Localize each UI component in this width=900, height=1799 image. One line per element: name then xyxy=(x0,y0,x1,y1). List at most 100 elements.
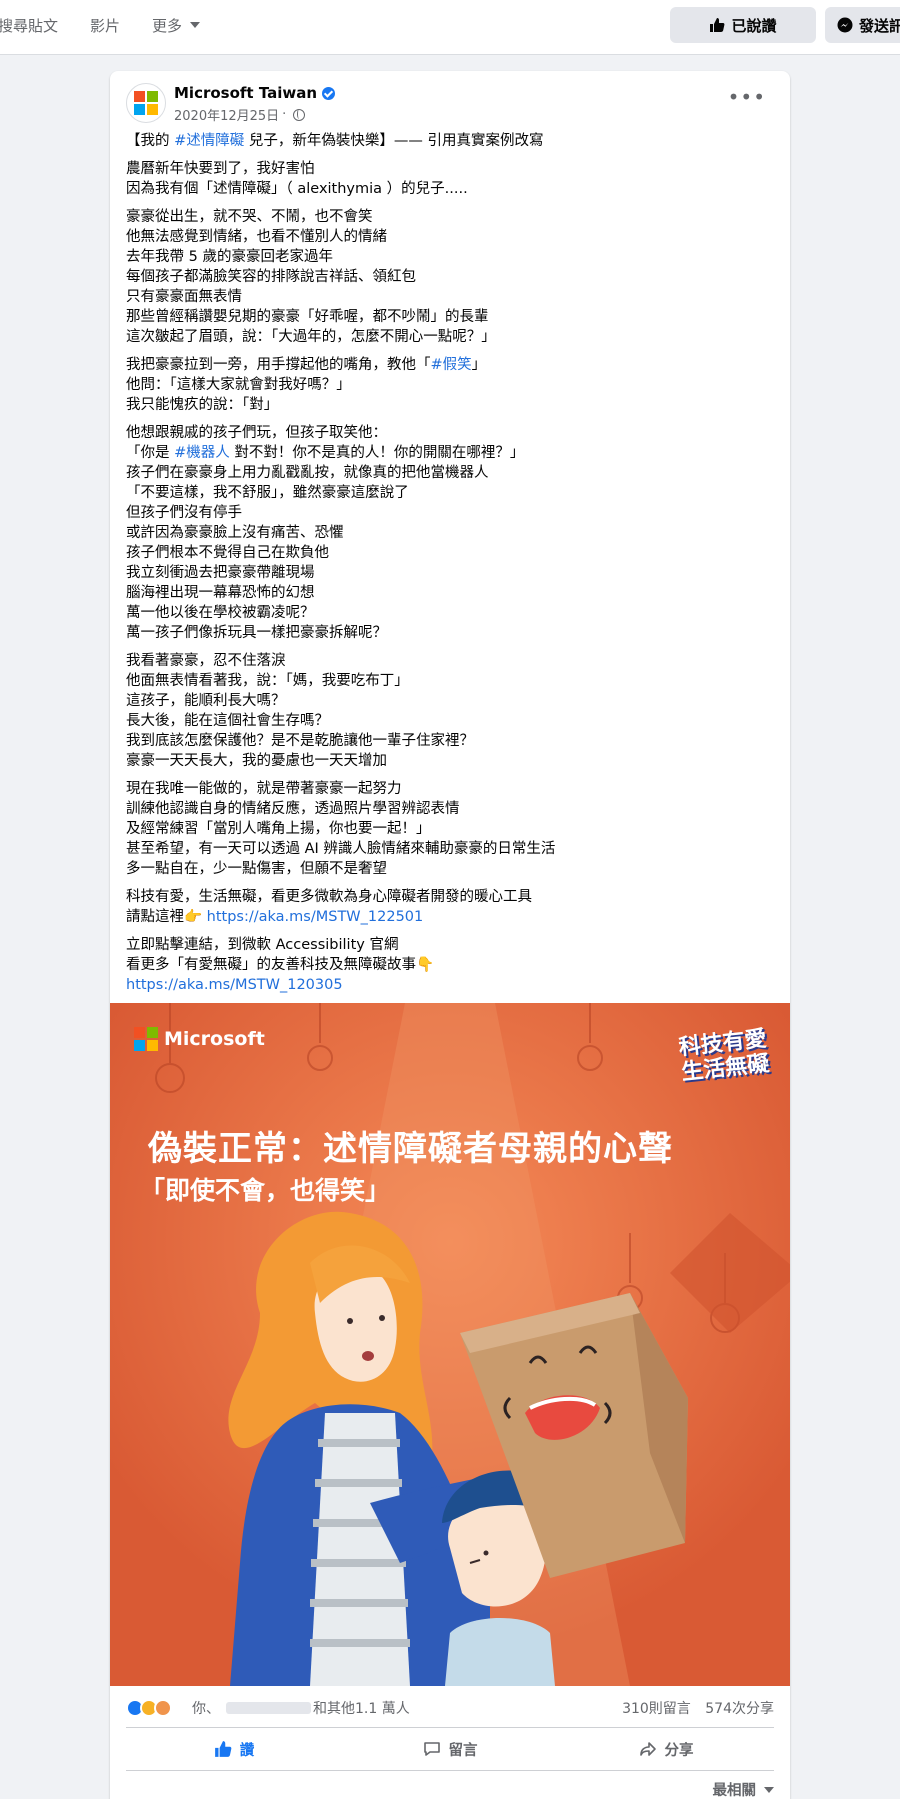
post-line: 豪豪一天天長大，我的憂慮也一天天增加 xyxy=(126,753,387,769)
inline-link[interactable]: https://aka.ms/MSTW_122501 xyxy=(207,909,424,925)
comment-count[interactable]: 310則留言 xyxy=(622,1701,691,1717)
post-text-segment: 兒子，新年偽裝快樂】—— 引用真實案例改寫 xyxy=(244,133,544,149)
post-line: 這孩子，能順利長大嗎？ xyxy=(126,693,286,709)
reactors-you: 你、 xyxy=(192,1701,220,1717)
post-card: Microsoft Taiwan 2020年12月25日 · ••• 【我的 #… xyxy=(110,71,790,1799)
post-line: 但孩子們沒有停手 xyxy=(126,505,242,521)
post-line: 因為我有個「述情障礙」（ alexithymia ）的兒子..... xyxy=(126,181,468,197)
thumbs-up-icon xyxy=(709,17,725,33)
globe-icon xyxy=(293,108,306,121)
post-line: 科技有愛，生活無礙，看更多微軟為身心障礙者開發的暖心工具 xyxy=(126,889,532,905)
post-line: 他無法感覺到情緒，也看不懂別人的情緒 xyxy=(126,229,387,245)
post-line: 看更多「有愛無礙」的友善科技及無障礙故事👇 xyxy=(126,957,435,973)
post-paragraph: 我看著豪豪，忍不住落淚他面無表情看著我，說：「媽，我要吃布丁」 這孩子，能順利長大… xyxy=(126,651,774,771)
tab-label: 更多 xyxy=(152,16,183,35)
reaction-icons[interactable] xyxy=(126,1699,172,1717)
more-options-icon[interactable]: ••• xyxy=(728,87,766,107)
image-brand-text: Microsoft xyxy=(164,1028,265,1050)
reaction-summary: 你、 和其他1.1 萬人 310則留言 574次分享 xyxy=(126,1696,774,1720)
tab-videos[interactable]: 影片 xyxy=(90,15,120,36)
post-line: 「不要這樣，我不舒服」，雖然豪豪這麼說了 xyxy=(126,485,409,501)
engagement-counts: 310則留言 574次分享 xyxy=(612,1698,774,1718)
share-button[interactable]: 分享 xyxy=(558,1728,774,1770)
post-text: 【我的 #述情障礙 兒子，新年偽裝快樂】—— 引用真實案例改寫農曆新年快要到了，… xyxy=(126,131,774,1003)
post-paragraph: 【我的 #述情障礙 兒子，新年偽裝快樂】—— 引用真實案例改寫 xyxy=(126,131,774,151)
top-bar: 搜尋貼文 影片 更多 已說讚 發送訊息 xyxy=(0,0,900,55)
post-image[interactable]: Microsoft 科技有愛 生活無礙 偽裝正常：述情障礙者母親的心聲 「即使不… xyxy=(110,1003,790,1686)
send-message-button[interactable]: 發送訊息 xyxy=(825,7,900,43)
post-paragraph: 豪豪從出生，就不哭、不鬧，也不會笑 他無法感覺到情緒，也看不懂別人的情緒 去年我帶 … xyxy=(126,207,774,347)
like-button[interactable]: 讚 xyxy=(126,1728,342,1770)
post-actions: 讚 留言 分享 xyxy=(126,1727,774,1771)
tab-label: 影片 xyxy=(90,16,121,35)
image-subtitle: 「即使不會，也得笑」 xyxy=(140,1176,391,1205)
caret-down-icon xyxy=(190,22,201,28)
post-paragraph: 我把豪豪拉到一旁，用手撐起他的嘴角，教他「#假笑」 他問：「這樣大家就會對我好嗎？… xyxy=(126,355,774,415)
comment-icon xyxy=(423,1742,440,1756)
inline-link[interactable]: #假笑 xyxy=(431,357,472,373)
microsoft-logo-icon xyxy=(134,1027,158,1051)
microsoft-logo-icon xyxy=(134,91,158,115)
post-line: 孩子們在豪豪身上用力亂戳亂按，就像真的把他當機器人 xyxy=(126,465,489,481)
post-line: 我把豪豪拉到一旁，用手撐起他的嘴角，教他「#假笑」 xyxy=(126,357,487,373)
post-line: 每個孩子都滿臉笑容的排隊說吉祥話、領紅包 xyxy=(126,269,416,285)
post-line: 這次皺起了眉頭，說：「大過年的，怎麼不開心一點呢？」 xyxy=(126,329,496,345)
post-line: 他面無表情看著我，說：「媽，我要吃布丁」 xyxy=(126,673,409,689)
post-line: 萬一孩子們像拆玩具一樣把豪豪拆解呢？ xyxy=(126,625,387,641)
post-line: 我到底該怎麼保護他？是不是乾脆讓他一輩子住家裡？ xyxy=(126,733,474,749)
post-line: 萬一他以後在學校被霸凌呢？ xyxy=(126,605,315,621)
post-line: 多一點自在，少一點傷害，但願不是奢望 xyxy=(126,861,387,877)
inline-link[interactable]: #機器人 xyxy=(174,445,230,461)
post-paragraph: 現在我唯一能做的，就是帶著豪豪一起努力 訓練他認識自身的情緒反應，透過照片學習辨認… xyxy=(126,779,774,879)
comment-button[interactable]: 留言 xyxy=(342,1728,558,1770)
post-line: 去年我帶 5 歲的豪豪回老家過年 xyxy=(126,249,333,265)
tab-more[interactable]: 更多 xyxy=(152,15,201,36)
image-microsoft-logo: Microsoft xyxy=(134,1027,265,1051)
post-line: 只有豪豪面無表情 xyxy=(126,289,242,305)
sort-label: 最相關 xyxy=(712,1783,757,1799)
post-line: 訓練他認識自身的情緒反應，透過照片學習辨認表情 xyxy=(126,801,460,817)
comment-sort-dropdown[interactable]: 最相關 xyxy=(712,1779,774,1799)
sad-reaction-icon xyxy=(154,1699,172,1717)
share-label: 分享 xyxy=(664,1742,694,1759)
liked-button[interactable]: 已說讚 xyxy=(670,7,816,43)
share-count[interactable]: 574次分享 xyxy=(705,1701,774,1717)
post-line: 農曆新年快要到了，我好害怕 xyxy=(126,161,315,177)
page-tabs: 搜尋貼文 影片 更多 xyxy=(0,0,232,50)
avatar[interactable] xyxy=(126,83,166,123)
hashtag-link[interactable]: #述情障礙 xyxy=(174,133,244,149)
image-title: 偽裝正常：述情障礙者母親的心聲 xyxy=(148,1129,673,1169)
blurred-name xyxy=(226,1702,311,1714)
like-label: 讚 xyxy=(239,1742,255,1759)
post-line: 「你是 #機器人 對不對！你不是真的人！你的開關在哪裡？」 xyxy=(126,445,525,461)
post-text-segment: 【我的 xyxy=(126,133,175,149)
post-date[interactable]: 2020年12月25日 xyxy=(174,105,279,124)
post-meta: 2020年12月25日 · xyxy=(174,105,306,124)
post-line: 腦海裡出現一幕幕恐怖的幻想 xyxy=(126,585,315,601)
thumbs-up-icon xyxy=(214,1741,232,1757)
page-name-link[interactable]: Microsoft Taiwan xyxy=(174,84,336,102)
post-line: 豪豪從出生，就不哭、不鬧，也不會笑 xyxy=(126,209,373,225)
post-paragraph: 他想跟親戚的孩子們玩，但孩子取笑他： 「你是 #機器人 對不對！你不是真的人！你的… xyxy=(126,423,774,643)
caret-down-icon xyxy=(764,1786,774,1793)
messenger-icon xyxy=(837,17,853,33)
post-line: 【我的 #述情障礙 兒子，新年偽裝快樂】—— 引用真實案例改寫 xyxy=(126,131,774,151)
post-paragraph: 立即點擊連結，到微軟 Accessibility 官網看更多「有愛無礙」的友善科… xyxy=(126,935,774,995)
post-line: 請點這裡👉 https://aka.ms/MSTW_122501 xyxy=(126,909,424,925)
reactors-others: 和其他1.1 萬人 xyxy=(313,1701,410,1717)
url-link[interactable]: https://aka.ms/MSTW_120305 xyxy=(126,975,774,995)
tab-search-posts[interactable]: 搜尋貼文 xyxy=(0,15,58,36)
post-line: 或許因為豪豪臉上沒有痛苦、恐懼 xyxy=(126,525,344,541)
comment-label: 留言 xyxy=(448,1742,478,1759)
post-line: 我立刻衝過去把豪豪帶離現場 xyxy=(126,565,315,581)
illustration-graphic xyxy=(110,1003,790,1686)
post-line: 立即點擊連結，到微軟 Accessibility 官網 xyxy=(126,937,399,953)
reactors-text[interactable]: 你、 和其他1.1 萬人 xyxy=(192,1698,410,1718)
page-name: Microsoft Taiwan xyxy=(174,84,318,102)
post-line: 他問：「這樣大家就會對我好嗎？」 xyxy=(126,377,351,393)
post-line: 及經常練習「當別人嘴角上揚，你也要一起！」 xyxy=(126,821,431,837)
post-line: 他想跟親戚的孩子們玩，但孩子取笑他： xyxy=(126,425,387,441)
post-line: 我看著豪豪，忍不住落淚 xyxy=(126,653,286,669)
liked-label: 已說讚 xyxy=(731,16,777,35)
post-line: 我只能愧疚的說：「對」 xyxy=(126,397,279,413)
